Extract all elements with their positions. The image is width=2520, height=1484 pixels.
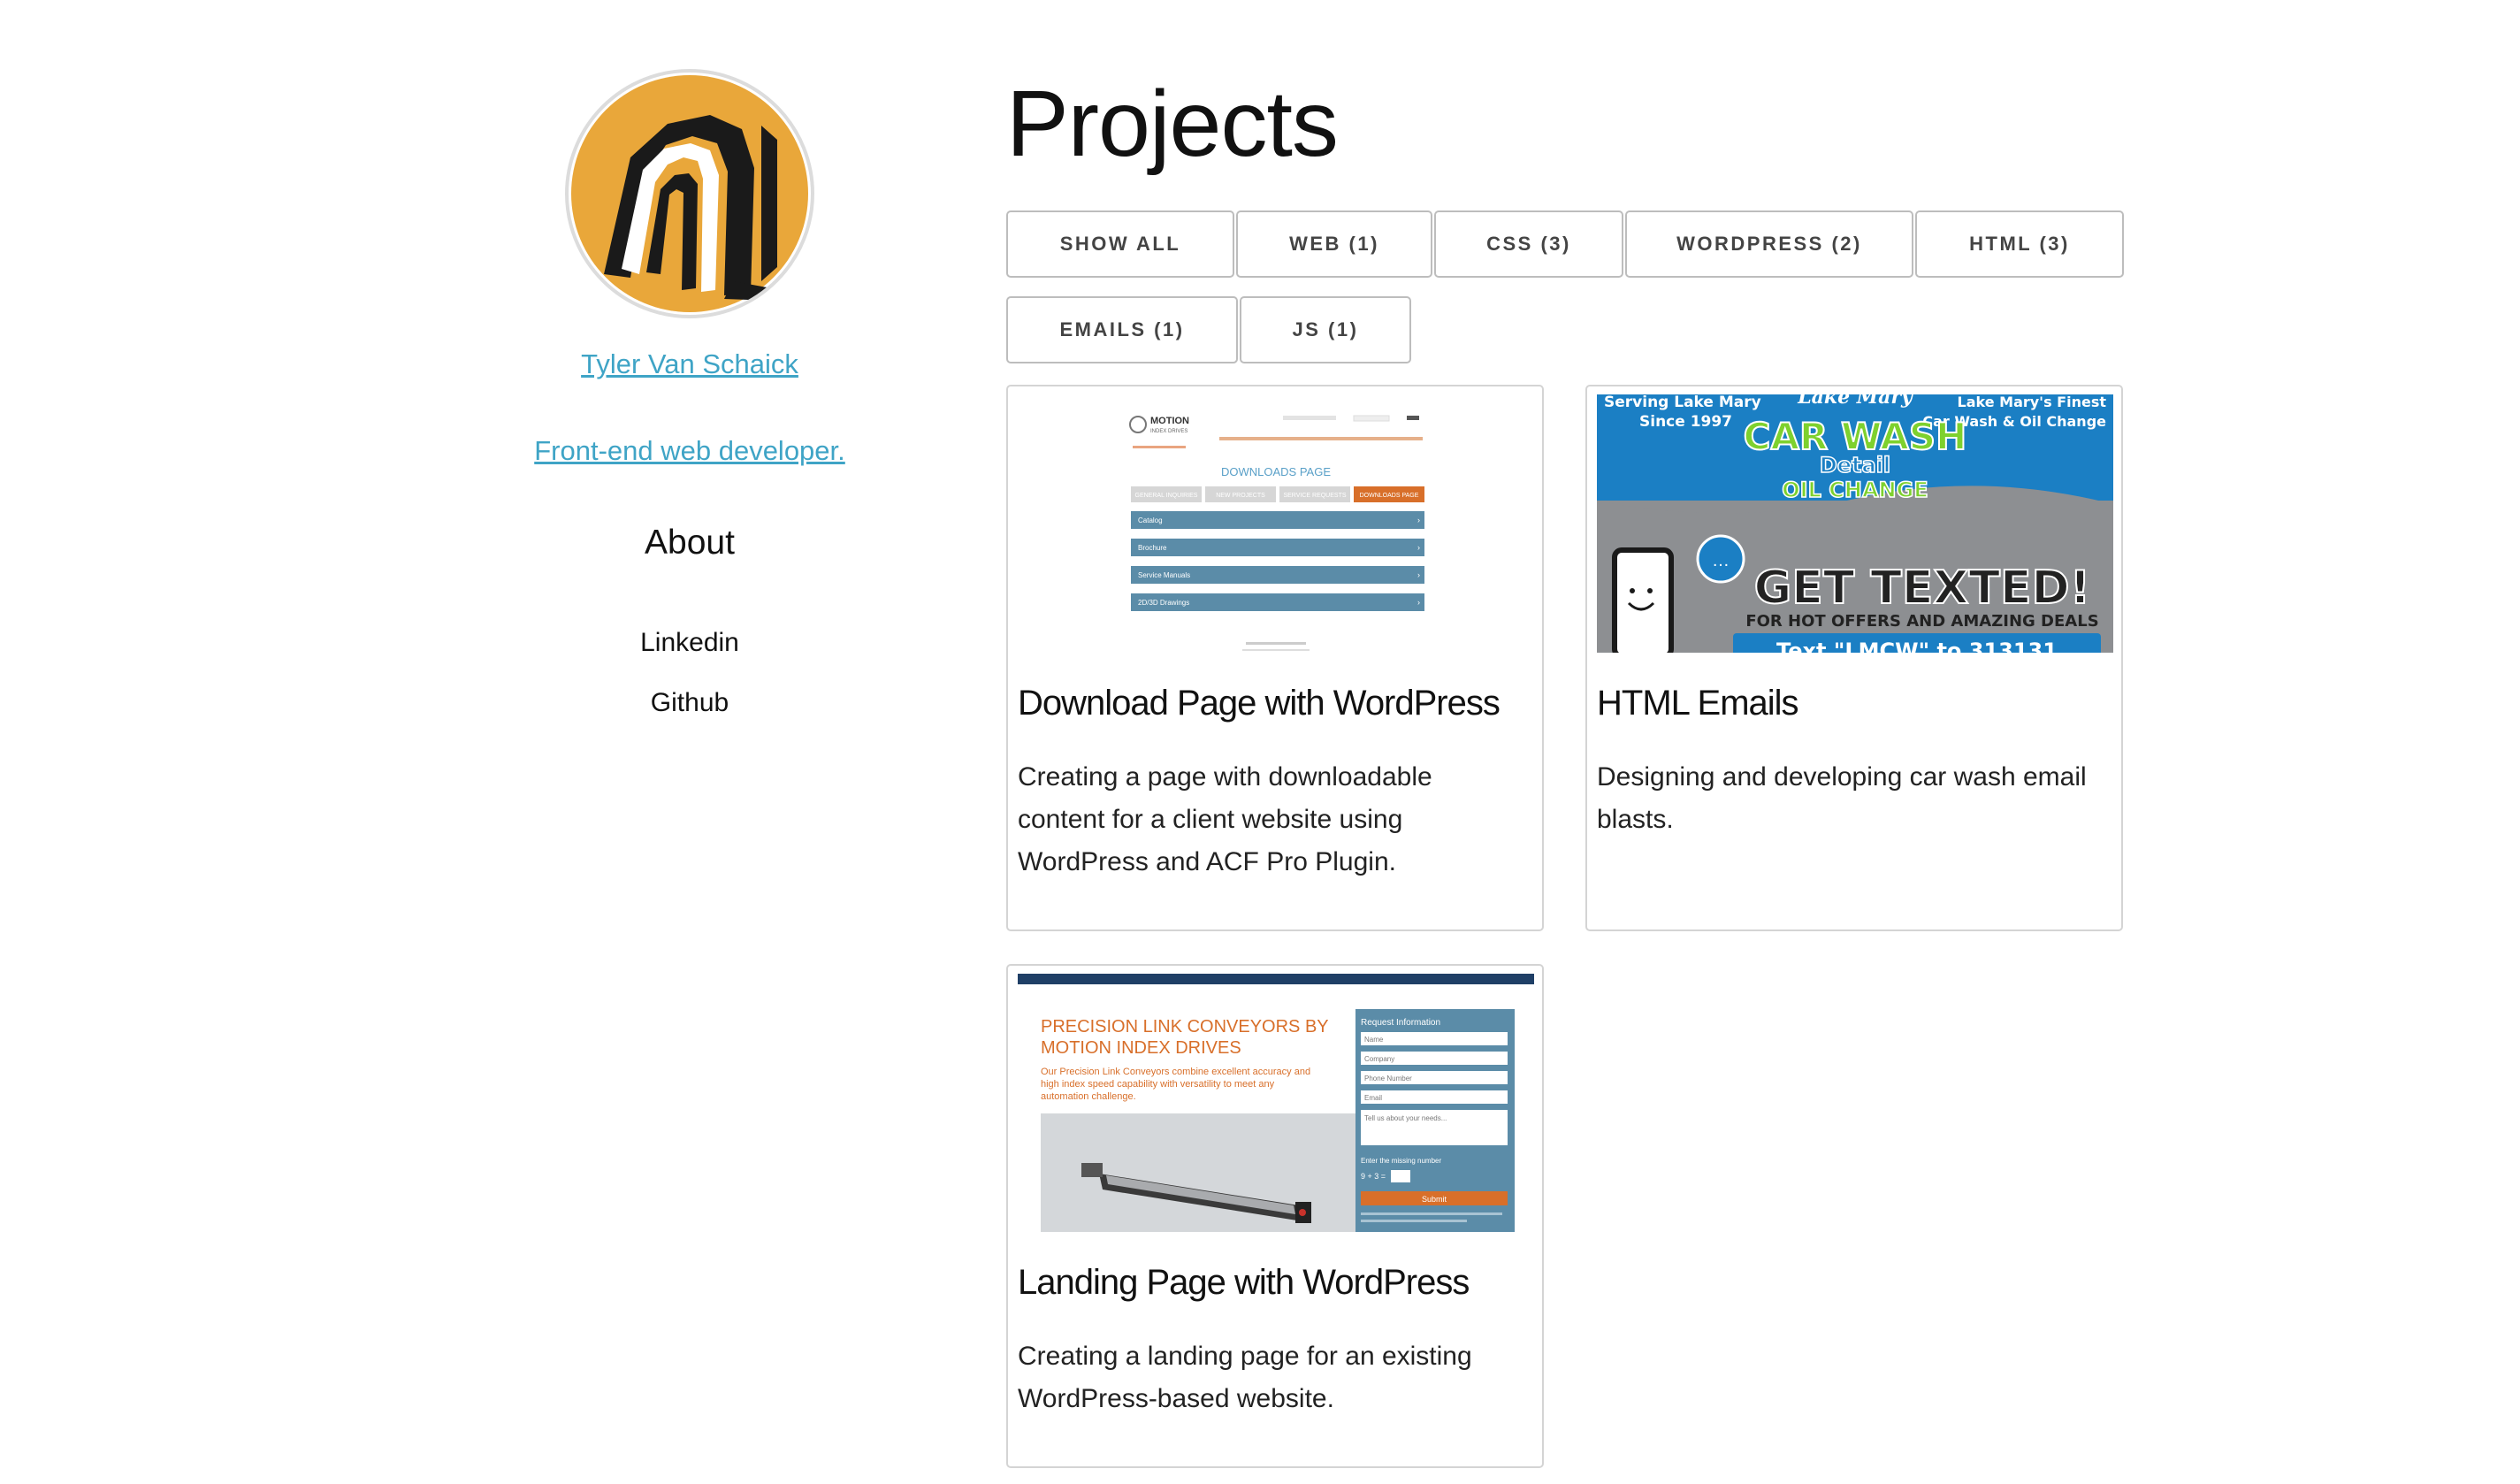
svg-text:Phone Number: Phone Number (1364, 1075, 1412, 1082)
project-card-landing-page[interactable]: PRECISION LINK CONVEYORS BY MOTION INDEX… (1006, 964, 1544, 1468)
svg-text:Request Information: Request Information (1361, 1018, 1440, 1028)
sidebar: Tyler Van Schaick Front-end web develope… (424, 69, 955, 748)
project-title[interactable]: Landing Page with WordPress (1018, 1263, 1470, 1303)
filter-wordpress-button[interactable]: WORDPRESS (2) (1625, 210, 1913, 278)
svg-text:MOTION: MOTION (1150, 416, 1189, 426)
filter-html-button[interactable]: HTML (3) (1915, 210, 2124, 278)
svg-text:9 + 3 =: 9 + 3 = (1361, 1172, 1386, 1181)
svg-text:Enter the missing number: Enter the missing number (1361, 1157, 1441, 1165)
svg-text:GET TEXTED!: GET TEXTED! (1754, 562, 2091, 615)
project-description: Designing and developing car wash email … (1597, 762, 2087, 834)
filter-row: EMAILS (1) JS (1) (1006, 296, 2129, 363)
svg-text:automation challenge.: automation challenge. (1041, 1091, 1136, 1102)
project-description: Creating a landing page for an existing … (1018, 1342, 1472, 1413)
project-card-download-page[interactable]: MOTION INDEX DRIVES DOWNLOADS PAGE GENER… (1006, 385, 1544, 931)
project-description: Creating a page with downloadable conten… (1018, 762, 1432, 876)
svg-text:Since 1997: Since 1997 (1639, 413, 1732, 431)
svg-text:CAR WASH: CAR WASH (1744, 415, 1967, 458)
svg-text:high index speed capability wi: high index speed capability with versati… (1041, 1079, 1275, 1090)
svg-text:…: … (1712, 551, 1730, 570)
svg-text:Brochure: Brochure (1138, 544, 1167, 552)
svg-text:SERVICE REQUESTS: SERVICE REQUESTS (1283, 493, 1346, 499)
filter-bar: SHOW ALL WEB (1) CSS (3) WORDPRESS (2) H… (1006, 210, 2129, 363)
social-links: Linkedin Github (424, 628, 955, 718)
filter-js-button[interactable]: JS (1) (1240, 296, 1411, 363)
svg-text:Text "LMCW" to 313131: Text "LMCW" to 313131 (1776, 639, 2058, 653)
filter-emails-button[interactable]: EMAILS (1) (1006, 296, 1238, 363)
svg-text:›: › (1417, 570, 1420, 579)
project-title[interactable]: HTML Emails (1597, 684, 1799, 723)
svg-text:›: › (1417, 598, 1420, 607)
svg-text:GENERAL INQUIRIES: GENERAL INQUIRIES (1135, 493, 1198, 499)
svg-text:DOWNLOADS PAGE: DOWNLOADS PAGE (1360, 493, 1419, 499)
svg-text:Email: Email (1364, 1094, 1382, 1102)
filter-css-button[interactable]: CSS (3) (1434, 210, 1623, 278)
download-page-screenshot: MOTION INDEX DRIVES DOWNLOADS PAGE GENER… (1018, 394, 1534, 653)
filter-show-all-button[interactable]: SHOW ALL (1006, 210, 1234, 278)
svg-text:Service Manuals: Service Manuals (1138, 571, 1190, 579)
svg-text:PRECISION LINK CONVEYORS BY: PRECISION LINK CONVEYORS BY (1041, 1017, 1329, 1037)
svg-text:Submit: Submit (1422, 1195, 1447, 1204)
svg-text:OIL CHANGE: OIL CHANGE (1782, 478, 1928, 502)
main-content: Projects SHOW ALL WEB (1) CSS (3) WORDPR… (1006, 73, 2138, 382)
html-email-screenshot: Serving Lake Mary Since 1997 Lake Mary's… (1597, 394, 2113, 653)
svg-text:Company: Company (1364, 1055, 1394, 1063)
page-title: Projects (1006, 72, 1339, 176)
svg-text:Name: Name (1364, 1036, 1384, 1044)
author-name-link[interactable]: Tyler Van Schaick (424, 348, 955, 380)
svg-text:Detail: Detail (1820, 453, 1890, 478)
svg-text:INDEX DRIVES: INDEX DRIVES (1150, 429, 1187, 434)
portfolio-page: Tyler Van Schaick Front-end web develope… (0, 0, 2520, 1484)
project-card-html-emails[interactable]: Serving Lake Mary Since 1997 Lake Mary's… (1585, 385, 2123, 931)
svg-text:Lake Mary's Finest: Lake Mary's Finest (1958, 394, 2107, 410)
project-thumbnail[interactable]: MOTION INDEX DRIVES DOWNLOADS PAGE GENER… (1018, 394, 1534, 653)
github-link[interactable]: Github (424, 688, 955, 718)
svg-text:Catalog: Catalog (1138, 516, 1163, 524)
svg-text:2D/3D Drawings: 2D/3D Drawings (1138, 599, 1189, 607)
svg-text:Lake Mary: Lake Mary (1797, 394, 1914, 409)
project-thumbnail[interactable]: Serving Lake Mary Since 1997 Lake Mary's… (1597, 394, 2113, 653)
svg-text:Our Precision Link Conveyors c: Our Precision Link Conveyors combine exc… (1041, 1067, 1310, 1077)
svg-text:Serving Lake Mary: Serving Lake Mary (1604, 394, 1761, 411)
avatar (565, 69, 814, 318)
role-link[interactable]: Front-end web developer. (424, 435, 955, 467)
about-link[interactable]: About (424, 524, 955, 562)
svg-text:NEW PROJECTS: NEW PROJECTS (1216, 493, 1265, 499)
logo-icon (571, 75, 808, 312)
filter-row: SHOW ALL WEB (1) CSS (3) WORDPRESS (2) H… (1006, 210, 2129, 278)
svg-text:Tell us about your needs...: Tell us about your needs... (1364, 1114, 1447, 1122)
project-title[interactable]: Download Page with WordPress (1018, 684, 1501, 723)
filter-web-button[interactable]: WEB (1) (1236, 210, 1432, 278)
svg-text:FOR HOT OFFERS AND AMAZING DEA: FOR HOT OFFERS AND AMAZING DEALS (1745, 612, 2098, 631)
project-thumbnail[interactable]: PRECISION LINK CONVEYORS BY MOTION INDEX… (1018, 974, 1534, 1232)
landing-page-screenshot: PRECISION LINK CONVEYORS BY MOTION INDEX… (1018, 974, 1534, 1232)
svg-text:›: › (1417, 543, 1420, 552)
linkedin-link[interactable]: Linkedin (424, 628, 955, 658)
svg-text:MOTION INDEX DRIVES: MOTION INDEX DRIVES (1041, 1038, 1241, 1058)
svg-text:›: › (1417, 516, 1420, 524)
svg-text:DOWNLOADS PAGE: DOWNLOADS PAGE (1221, 465, 1331, 478)
